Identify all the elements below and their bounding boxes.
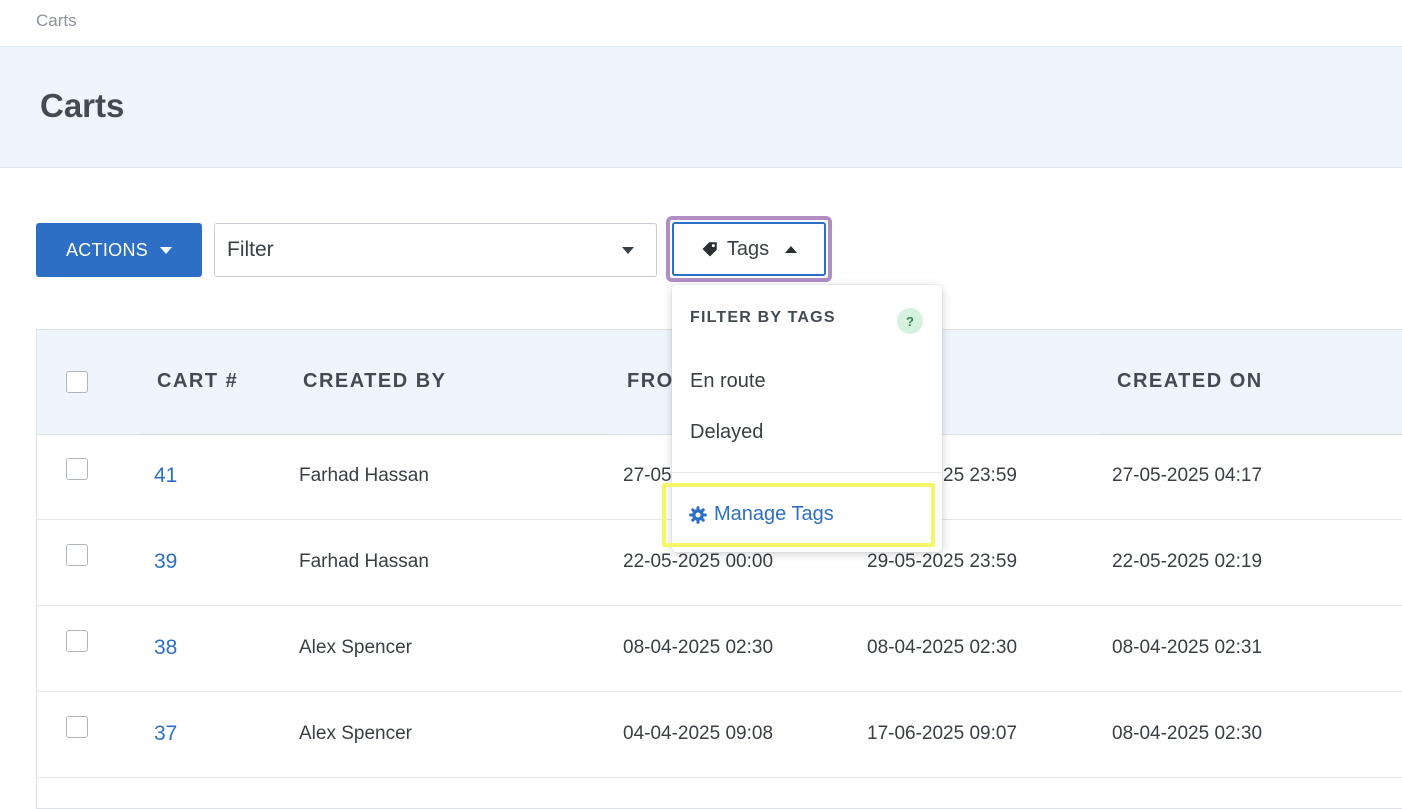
to-cell: 25 23:59 [943,465,1017,486]
from-cell: 27-05 [623,465,672,486]
cart-number-link[interactable]: 38 [154,636,177,660]
created-on-cell: 08-04-2025 02:31 [1112,637,1263,658]
created-by-cell: Farhad Hassan [299,551,429,572]
select-all-checkbox[interactable] [66,371,88,393]
caret-down-icon [160,246,173,254]
from-cell: 08-04-2025 02:30 [623,637,774,658]
to-cell: 29-05-2025 23:59 [867,551,1018,572]
tags-label: Tags [726,237,770,260]
row-checkbox[interactable] [66,630,88,652]
actions-button[interactable]: ACTIONS [36,223,202,277]
breadcrumb-bar: Carts [0,0,1402,47]
caret-up-icon [785,245,798,253]
manage-tags-link[interactable]: Manage Tags [688,503,834,526]
column-header-created-on[interactable]: CREATED ON [1117,370,1263,393]
caret-down-icon [622,246,634,254]
cart-number-link[interactable]: 41 [154,464,177,488]
cart-number-link[interactable]: 37 [154,722,177,746]
gear-icon [689,505,707,524]
to-cell: 08-04-2025 02:30 [867,637,1018,658]
tags-button[interactable]: Tags [672,222,826,276]
breadcrumb[interactable]: Carts [36,11,77,31]
filter-select[interactable]: Filter [214,223,657,277]
dropdown-divider [672,472,942,473]
created-by-cell: Farhad Hassan [299,465,429,486]
cart-number-link[interactable]: 39 [154,550,177,574]
actions-label: ACTIONS [65,239,149,260]
manage-tags-label: Manage Tags [714,503,834,525]
table-row[interactable]: 37 Alex Spencer 04-04-2025 09:08 17-06-2… [37,692,1402,778]
row-checkbox[interactable] [66,544,88,566]
created-on-cell: 27-05-2025 04:17 [1112,465,1263,486]
column-header-cart[interactable]: CART # [157,370,238,393]
dropdown-title: FILTER BY TAGS [690,309,836,326]
from-cell: 04-04-2025 09:08 [623,723,774,744]
created-by-cell: Alex Spencer [299,637,413,658]
tag-icon [702,242,717,257]
created-on-cell: 08-04-2025 02:30 [1112,723,1263,744]
filter-label: Filter [227,238,274,261]
to-cell: 17-06-2025 09:07 [867,723,1018,744]
created-on-cell: 22-05-2025 02:19 [1112,551,1263,572]
from-cell: 22-05-2025 00:00 [623,551,774,572]
help-icon[interactable]: ? [897,308,923,334]
created-by-cell: Alex Spencer [299,723,413,744]
tag-option-delayed[interactable]: Delayed [690,421,763,444]
row-checkbox[interactable] [66,716,88,738]
page-title: Carts [40,87,125,124]
table-row[interactable]: 38 Alex Spencer 08-04-2025 02:30 08-04-2… [37,606,1402,692]
tag-option-en-route[interactable]: En route [690,370,766,393]
column-header-created-by[interactable]: CREATED BY [303,370,447,393]
row-checkbox[interactable] [66,458,88,480]
column-header-from[interactable]: FRO [627,370,674,393]
page-header: Carts [0,47,1402,168]
